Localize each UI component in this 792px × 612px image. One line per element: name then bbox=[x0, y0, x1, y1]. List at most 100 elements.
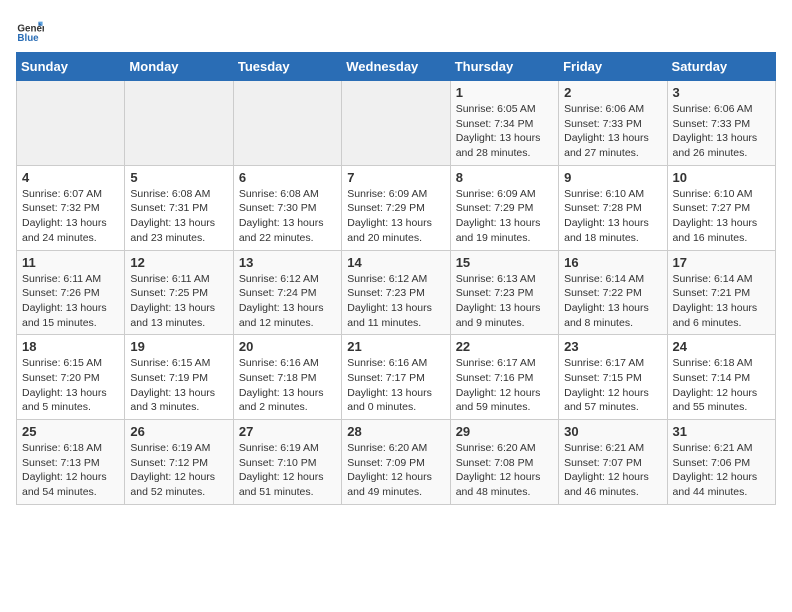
day-info: Sunrise: 6:08 AM Sunset: 7:31 PM Dayligh… bbox=[130, 187, 227, 246]
day-info: Sunrise: 6:10 AM Sunset: 7:28 PM Dayligh… bbox=[564, 187, 661, 246]
header-saturday: Saturday bbox=[667, 53, 775, 81]
day-number: 30 bbox=[564, 424, 661, 439]
week-row-4: 18 Sunrise: 6:15 AM Sunset: 7:20 PM Dayli… bbox=[17, 335, 776, 420]
calendar-cell: 31Sunrise: 6:21 AM Sunset: 7:06 PM Dayli… bbox=[667, 420, 775, 505]
day-info: Sunrise: 6:10 AM Sunset: 7:27 PM Dayligh… bbox=[673, 187, 770, 246]
header-row: SundayMondayTuesdayWednesdayThursdayFrid… bbox=[17, 53, 776, 81]
day-number: 16 bbox=[564, 255, 661, 270]
day-number: 3 bbox=[673, 85, 770, 100]
calendar-table: SundayMondayTuesdayWednesdayThursdayFrid… bbox=[16, 52, 776, 505]
calendar-cell: 30 Sunrise: 6:21 AM Sunset: 7:07 PM Dayli… bbox=[559, 420, 667, 505]
day-number: 11 bbox=[22, 255, 119, 270]
day-number: 21 bbox=[347, 339, 444, 354]
calendar-cell: 24 Sunrise: 6:18 AM Sunset: 7:14 PM Dayli… bbox=[667, 335, 775, 420]
calendar-cell: 3 Sunrise: 6:06 AM Sunset: 7:33 PM Daylig… bbox=[667, 81, 775, 166]
week-row-1: 1Sunrise: 6:05 AM Sunset: 7:34 PM Daylig… bbox=[17, 81, 776, 166]
day-info: Sunrise: 6:14 AM Sunset: 7:21 PM Dayligh… bbox=[673, 272, 770, 331]
calendar-cell bbox=[342, 81, 450, 166]
logo-icon: General Blue bbox=[16, 16, 44, 44]
day-info: Sunrise: 6:21 AM Sunset: 7:07 PM Dayligh… bbox=[564, 441, 661, 500]
calendar-cell: 9 Sunrise: 6:10 AM Sunset: 7:28 PM Daylig… bbox=[559, 165, 667, 250]
header-wednesday: Wednesday bbox=[342, 53, 450, 81]
header-tuesday: Tuesday bbox=[233, 53, 341, 81]
day-number: 5 bbox=[130, 170, 227, 185]
calendar-cell: 1Sunrise: 6:05 AM Sunset: 7:34 PM Daylig… bbox=[450, 81, 558, 166]
day-number: 2 bbox=[564, 85, 661, 100]
day-info: Sunrise: 6:08 AM Sunset: 7:30 PM Dayligh… bbox=[239, 187, 336, 246]
day-number: 9 bbox=[564, 170, 661, 185]
day-number: 23 bbox=[564, 339, 661, 354]
calendar-cell: 7 Sunrise: 6:09 AM Sunset: 7:29 PM Daylig… bbox=[342, 165, 450, 250]
day-info: Sunrise: 6:16 AM Sunset: 7:17 PM Dayligh… bbox=[347, 356, 444, 415]
day-info: Sunrise: 6:05 AM Sunset: 7:34 PM Dayligh… bbox=[456, 102, 553, 161]
calendar-cell: 4 Sunrise: 6:07 AM Sunset: 7:32 PM Daylig… bbox=[17, 165, 125, 250]
day-info: Sunrise: 6:07 AM Sunset: 7:32 PM Dayligh… bbox=[22, 187, 119, 246]
day-number: 25 bbox=[22, 424, 119, 439]
day-number: 26 bbox=[130, 424, 227, 439]
calendar-cell bbox=[233, 81, 341, 166]
day-number: 14 bbox=[347, 255, 444, 270]
day-info: Sunrise: 6:16 AM Sunset: 7:18 PM Dayligh… bbox=[239, 356, 336, 415]
day-info: Sunrise: 6:15 AM Sunset: 7:19 PM Dayligh… bbox=[130, 356, 227, 415]
week-row-3: 11 Sunrise: 6:11 AM Sunset: 7:26 PM Dayli… bbox=[17, 250, 776, 335]
day-number: 29 bbox=[456, 424, 553, 439]
calendar-cell bbox=[125, 81, 233, 166]
calendar-cell: 14 Sunrise: 6:12 AM Sunset: 7:23 PM Dayli… bbox=[342, 250, 450, 335]
day-info: Sunrise: 6:18 AM Sunset: 7:14 PM Dayligh… bbox=[673, 356, 770, 415]
calendar-cell: 29 Sunrise: 6:20 AM Sunset: 7:08 PM Dayli… bbox=[450, 420, 558, 505]
day-number: 12 bbox=[130, 255, 227, 270]
calendar-cell: 27 Sunrise: 6:19 AM Sunset: 7:10 PM Dayli… bbox=[233, 420, 341, 505]
day-info: Sunrise: 6:13 AM Sunset: 7:23 PM Dayligh… bbox=[456, 272, 553, 331]
day-info: Sunrise: 6:20 AM Sunset: 7:09 PM Dayligh… bbox=[347, 441, 444, 500]
calendar-cell: 20 Sunrise: 6:16 AM Sunset: 7:18 PM Dayli… bbox=[233, 335, 341, 420]
day-number: 27 bbox=[239, 424, 336, 439]
calendar-cell: 17 Sunrise: 6:14 AM Sunset: 7:21 PM Dayli… bbox=[667, 250, 775, 335]
day-number: 10 bbox=[673, 170, 770, 185]
day-number: 15 bbox=[456, 255, 553, 270]
calendar-cell: 11 Sunrise: 6:11 AM Sunset: 7:26 PM Dayli… bbox=[17, 250, 125, 335]
header-thursday: Thursday bbox=[450, 53, 558, 81]
day-info: Sunrise: 6:18 AM Sunset: 7:13 PM Dayligh… bbox=[22, 441, 119, 500]
day-number: 20 bbox=[239, 339, 336, 354]
svg-text:Blue: Blue bbox=[17, 33, 39, 44]
day-info: Sunrise: 6:17 AM Sunset: 7:16 PM Dayligh… bbox=[456, 356, 553, 415]
day-info: Sunrise: 6:15 AM Sunset: 7:20 PM Dayligh… bbox=[22, 356, 119, 415]
day-info: Sunrise: 6:19 AM Sunset: 7:12 PM Dayligh… bbox=[130, 441, 227, 500]
day-number: 31 bbox=[673, 424, 770, 439]
calendar-cell: 28 Sunrise: 6:20 AM Sunset: 7:09 PM Dayli… bbox=[342, 420, 450, 505]
day-number: 28 bbox=[347, 424, 444, 439]
calendar-cell: 21 Sunrise: 6:16 AM Sunset: 7:17 PM Dayli… bbox=[342, 335, 450, 420]
day-number: 24 bbox=[673, 339, 770, 354]
calendar-cell: 13 Sunrise: 6:12 AM Sunset: 7:24 PM Dayli… bbox=[233, 250, 341, 335]
day-number: 13 bbox=[239, 255, 336, 270]
day-number: 17 bbox=[673, 255, 770, 270]
day-info: Sunrise: 6:14 AM Sunset: 7:22 PM Dayligh… bbox=[564, 272, 661, 331]
day-info: Sunrise: 6:17 AM Sunset: 7:15 PM Dayligh… bbox=[564, 356, 661, 415]
day-number: 8 bbox=[456, 170, 553, 185]
day-number: 6 bbox=[239, 170, 336, 185]
calendar-cell bbox=[17, 81, 125, 166]
calendar-cell: 26 Sunrise: 6:19 AM Sunset: 7:12 PM Dayli… bbox=[125, 420, 233, 505]
day-info: Sunrise: 6:12 AM Sunset: 7:23 PM Dayligh… bbox=[347, 272, 444, 331]
day-info: Sunrise: 6:06 AM Sunset: 7:33 PM Dayligh… bbox=[673, 102, 770, 161]
header-friday: Friday bbox=[559, 53, 667, 81]
calendar-cell: 10 Sunrise: 6:10 AM Sunset: 7:27 PM Dayli… bbox=[667, 165, 775, 250]
day-info: Sunrise: 6:11 AM Sunset: 7:25 PM Dayligh… bbox=[130, 272, 227, 331]
day-info: Sunrise: 6:09 AM Sunset: 7:29 PM Dayligh… bbox=[347, 187, 444, 246]
calendar-cell: 22Sunrise: 6:17 AM Sunset: 7:16 PM Dayli… bbox=[450, 335, 558, 420]
calendar-cell: 25 Sunrise: 6:18 AM Sunset: 7:13 PM Dayli… bbox=[17, 420, 125, 505]
week-row-5: 25 Sunrise: 6:18 AM Sunset: 7:13 PM Dayli… bbox=[17, 420, 776, 505]
day-info: Sunrise: 6:20 AM Sunset: 7:08 PM Dayligh… bbox=[456, 441, 553, 500]
day-number: 18 bbox=[22, 339, 119, 354]
logo: General Blue bbox=[16, 16, 44, 44]
day-number: 4 bbox=[22, 170, 119, 185]
calendar-cell: 18 Sunrise: 6:15 AM Sunset: 7:20 PM Dayli… bbox=[17, 335, 125, 420]
calendar-cell: 12 Sunrise: 6:11 AM Sunset: 7:25 PM Dayli… bbox=[125, 250, 233, 335]
day-info: Sunrise: 6:06 AM Sunset: 7:33 PM Dayligh… bbox=[564, 102, 661, 161]
day-number: 7 bbox=[347, 170, 444, 185]
day-info: Sunrise: 6:19 AM Sunset: 7:10 PM Dayligh… bbox=[239, 441, 336, 500]
day-info: Sunrise: 6:11 AM Sunset: 7:26 PM Dayligh… bbox=[22, 272, 119, 331]
day-info: Sunrise: 6:09 AM Sunset: 7:29 PM Dayligh… bbox=[456, 187, 553, 246]
day-info: Sunrise: 6:12 AM Sunset: 7:24 PM Dayligh… bbox=[239, 272, 336, 331]
calendar-cell: 2 Sunrise: 6:06 AM Sunset: 7:33 PM Daylig… bbox=[559, 81, 667, 166]
